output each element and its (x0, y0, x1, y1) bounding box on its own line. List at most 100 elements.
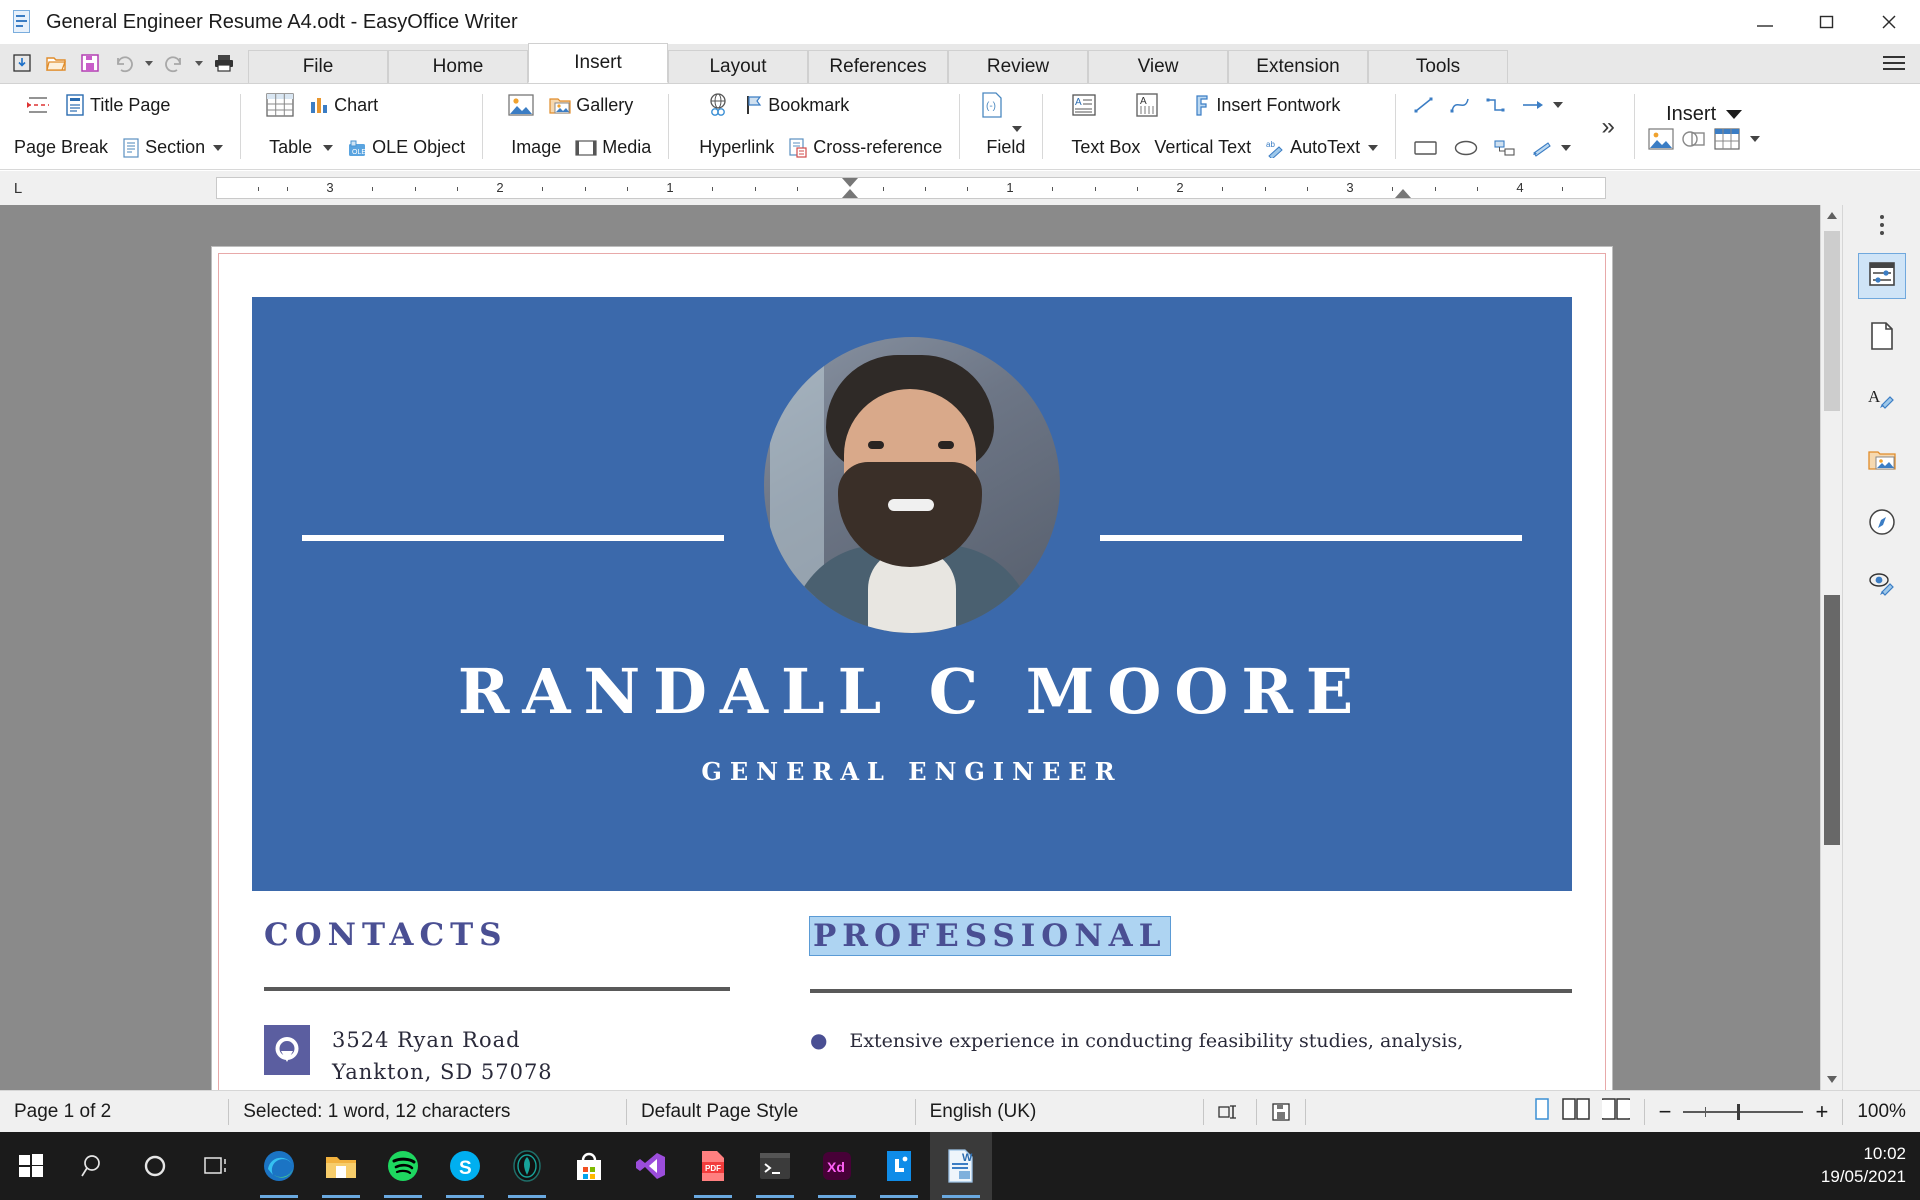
tab-layout[interactable]: Layout (668, 50, 808, 83)
cross-reference-button[interactable]: Cross-reference (781, 129, 949, 167)
redo-icon[interactable] (158, 47, 190, 79)
table-button[interactable] (251, 86, 302, 124)
chart-button[interactable]: Chart (302, 86, 385, 124)
callout-tool[interactable] (1524, 129, 1578, 167)
zoom-slider[interactable]: − + (1645, 1091, 1843, 1133)
book-view-icon[interactable] (1602, 1098, 1630, 1126)
insert-fontwork-button[interactable]: Insert Fontwork (1167, 86, 1347, 124)
open-folder-icon[interactable] (40, 47, 72, 79)
document-canvas[interactable]: RANDALL C MOORE GENERAL ENGINEER CONTACT… (0, 205, 1920, 1090)
scroll-up-button[interactable] (1821, 205, 1842, 227)
chevron-down-icon[interactable] (213, 145, 223, 151)
scroll-down-button[interactable] (1821, 1068, 1843, 1090)
first-line-indent-handle[interactable] (842, 178, 858, 187)
visual-studio-icon[interactable] (620, 1132, 682, 1200)
curve-tool[interactable] (1442, 86, 1478, 124)
zoom-track[interactable] (1683, 1111, 1803, 1113)
app-blue-icon[interactable] (868, 1132, 930, 1200)
chevron-down-icon[interactable] (1561, 145, 1571, 151)
tab-references[interactable]: References (808, 50, 948, 83)
text-box-button[interactable]: A (1053, 86, 1104, 124)
sidebar-item-gallery[interactable] (1858, 439, 1906, 485)
tab-file[interactable]: File (248, 50, 388, 83)
multi-page-view-icon[interactable] (1562, 1098, 1590, 1126)
page-style-indicator[interactable]: Default Page Style (627, 1091, 915, 1133)
sidebar-item-style-inspector[interactable] (1858, 563, 1906, 609)
hyperlink-button[interactable] (679, 86, 738, 124)
media-button[interactable]: Media (568, 129, 658, 167)
tab-insert[interactable]: Insert (528, 43, 668, 83)
cortana-icon[interactable] (124, 1132, 186, 1200)
chevron-down-icon[interactable] (323, 145, 333, 151)
title-page-button[interactable]: Title Page (58, 86, 177, 124)
chevron-down-icon[interactable] (1750, 136, 1760, 142)
tab-tools[interactable]: Tools (1368, 50, 1508, 83)
undo-icon[interactable] (108, 47, 140, 79)
field-button[interactable]: (-) (970, 86, 1029, 124)
tab-home[interactable]: Home (388, 50, 528, 83)
pdf-icon[interactable]: PDF (682, 1132, 744, 1200)
writer-icon[interactable]: W (930, 1132, 992, 1200)
undo-dropdown-arrow[interactable] (142, 47, 156, 79)
search-icon[interactable] (62, 1132, 124, 1200)
close-button[interactable] (1858, 0, 1920, 44)
selection-indicator[interactable]: Selected: 1 word, 12 characters (229, 1091, 626, 1133)
unsaved-changes-icon[interactable] (1257, 1091, 1305, 1133)
skype-icon[interactable]: S (434, 1132, 496, 1200)
chevron-down-icon[interactable] (1553, 102, 1563, 108)
maximize-button[interactable] (1796, 0, 1858, 44)
autotext-button[interactable]: ab AutoText (1258, 129, 1385, 167)
terminal-icon[interactable] (744, 1132, 806, 1200)
horizontal-ruler[interactable]: 3 2 1 1 2 3 4 (216, 177, 1606, 199)
field-label-button[interactable]: Field (970, 129, 1032, 167)
hyperlink-label-button[interactable]: Hyperlink (679, 129, 781, 167)
language-indicator[interactable]: English (UK) (916, 1091, 1204, 1133)
tab-stop-selector[interactable]: L (0, 180, 36, 197)
microsoft-store-icon[interactable] (558, 1132, 620, 1200)
zoom-in-button[interactable]: + (1803, 1099, 1828, 1125)
table-icon[interactable] (1714, 128, 1740, 150)
single-page-view-icon[interactable] (1534, 1098, 1550, 1126)
professional-heading[interactable]: PROFESSIONAL (810, 917, 1170, 955)
new-document-icon[interactable] (6, 47, 38, 79)
tab-review[interactable]: Review (948, 50, 1088, 83)
chevron-down-icon[interactable] (1726, 110, 1742, 119)
edge-icon[interactable] (248, 1132, 310, 1200)
menu-hamburger-icon[interactable] (1874, 46, 1914, 80)
document-page[interactable]: RANDALL C MOORE GENERAL ENGINEER CONTACT… (212, 247, 1612, 1090)
tab-extension[interactable]: Extension (1228, 50, 1368, 83)
print-icon[interactable] (208, 47, 240, 79)
task-view-icon[interactable] (186, 1132, 248, 1200)
connector-tool[interactable] (1478, 86, 1514, 124)
chevron-down-icon[interactable] (1368, 145, 1378, 151)
scrollbar-thumb-active[interactable] (1824, 595, 1840, 845)
flowchart-tool[interactable] (1486, 129, 1524, 167)
vertical-scrollbar[interactable] (1820, 205, 1842, 1090)
sidebar-item-properties[interactable] (1858, 253, 1906, 299)
table-label-button[interactable]: Table (251, 129, 340, 167)
page-break-button[interactable] (7, 86, 58, 124)
arrow-tool[interactable] (1514, 86, 1570, 124)
page-break-label-button[interactable]: Page Break (7, 129, 115, 167)
image-button[interactable] (493, 86, 542, 124)
line-tool[interactable] (1406, 86, 1442, 124)
rectangle-tool[interactable] (1406, 129, 1446, 167)
sidebar-settings-icon[interactable] (1880, 215, 1884, 235)
ellipse-tool[interactable] (1446, 129, 1486, 167)
ole-object-button[interactable]: OLE OLE Object (340, 129, 472, 167)
contacts-heading[interactable]: CONTACTS (264, 917, 508, 953)
insert-dropdown-button[interactable]: Insert (1666, 103, 1742, 126)
scrollbar-thumb[interactable] (1824, 231, 1840, 411)
bookmark-button[interactable]: Bookmark (738, 86, 856, 124)
spotify-icon[interactable] (372, 1132, 434, 1200)
start-button[interactable] (0, 1132, 62, 1200)
minimize-button[interactable] (1734, 0, 1796, 44)
zoom-handle[interactable] (1737, 1104, 1740, 1120)
section-button[interactable]: Section (115, 129, 230, 167)
gallery-button[interactable]: Gallery (542, 86, 640, 124)
ribbon-overflow-button[interactable]: » (1585, 84, 1631, 170)
resume-header-banner[interactable]: RANDALL C MOORE GENERAL ENGINEER (252, 297, 1572, 891)
redo-dropdown-arrow[interactable] (192, 47, 206, 79)
left-indent-handle[interactable] (842, 189, 858, 198)
image-label-button[interactable]: Image (493, 129, 568, 167)
